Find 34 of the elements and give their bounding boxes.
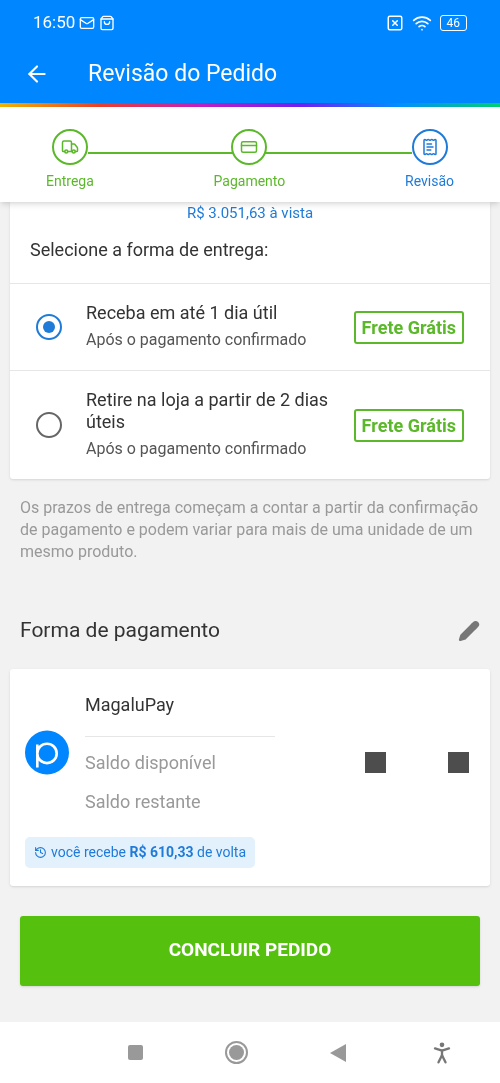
back-icon[interactable] — [330, 1043, 346, 1062]
edit-icon[interactable] — [458, 619, 480, 642]
cashback-text: você recebe R$ 610,33 de volta — [51, 842, 247, 862]
shipping-badge: Frete Grátis — [353, 310, 464, 344]
status-time: 16:50 — [33, 10, 76, 34]
delivery-option[interactable]: Receba em até 1 dia útil Após o pagamento confirmado Frete Grátis — [10, 283, 490, 370]
balance-label: Saldo disponível — [85, 750, 217, 775]
option-subtitle: Após o pagamento confirmado — [86, 329, 308, 351]
delivery-info: Os prazos de entrega começam a contar a partir da confirmação de pagamento e podem variar para mais de uma unidade de um mesmo produto. — [19, 497, 479, 563]
home-icon[interactable] — [225, 1041, 248, 1064]
section-title: Forma de pagamento — [20, 617, 220, 644]
price-note: R$ 3.051,63 à vista — [186, 204, 314, 222]
bag-icon — [99, 14, 116, 31]
redaction-mark — [448, 751, 469, 773]
option-title: Receba em até 1 dia útil — [86, 302, 279, 324]
payment-method: MagaluPay — [85, 690, 275, 737]
shipping-badge: Frete Grátis — [353, 408, 464, 442]
delivery-option[interactable]: Retire na loja a partir de 2 dias úteis Após o pagamento confirmado Frete Grátis — [10, 370, 490, 479]
radio-button[interactable] — [36, 314, 62, 340]
battery-icon: 46 — [439, 14, 467, 31]
option-title: Retire na loja a partir de 2 dias úteis — [86, 389, 330, 433]
step-label: Entrega — [46, 172, 94, 191]
mail-icon — [79, 14, 96, 31]
card-icon — [240, 138, 259, 156]
section-title: Selecione a forma de entrega: — [29, 238, 270, 262]
redaction-mark — [365, 751, 386, 773]
option-subtitle: Após o pagamento confirmado — [86, 438, 308, 460]
balance-label: Saldo restante — [85, 789, 202, 814]
cashback-icon — [34, 845, 47, 859]
truck-icon — [60, 138, 79, 156]
page-title: Revisão do Pedido — [88, 58, 278, 89]
step-label: Revisão — [405, 172, 454, 191]
radio-button[interactable] — [36, 412, 62, 438]
step-label: Pagamento — [213, 172, 286, 191]
